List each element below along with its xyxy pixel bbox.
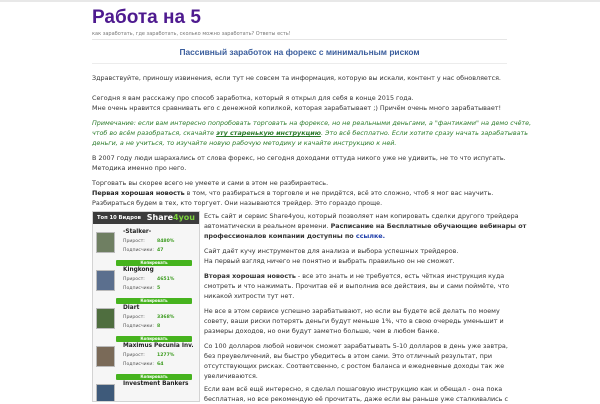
copy-button[interactable]: Копировать bbox=[116, 260, 192, 266]
webinar-link[interactable]: ссылке. bbox=[356, 232, 385, 240]
profit-value: 4651% bbox=[157, 277, 175, 282]
subscribers-label: Подписчики: bbox=[123, 324, 154, 329]
trader-avatar[interactable] bbox=[96, 308, 115, 329]
profit-stat: Прирост: 8480% bbox=[123, 239, 174, 244]
right-paragraph-5c: отсутствующих рисках. Соответсвенно, с р… bbox=[204, 362, 505, 370]
site-title[interactable]: Работа на 5 bbox=[92, 7, 201, 29]
subscribers-stat: Подписчики: 5 bbox=[123, 286, 160, 291]
logo-accent: 4you bbox=[173, 213, 195, 222]
divider bbox=[92, 63, 507, 64]
trader-card: Maximus Pecunia Inv. Прирост: 1277% Подпи… bbox=[96, 343, 196, 383]
share4you-logo[interactable]: Share4you bbox=[147, 213, 195, 222]
divider bbox=[92, 39, 507, 40]
paragraph-method-1: Сегодня я вам расскажу про способ зарабо… bbox=[92, 94, 414, 102]
profit-value: 1277% bbox=[157, 353, 175, 358]
profit-value: 8480% bbox=[157, 239, 175, 244]
note-text: . Это всё бесплатно. Если хотите сразу н… bbox=[320, 129, 529, 137]
right-paragraph-2a: Сайт даёт кучу инструментов для анализа … bbox=[204, 247, 459, 255]
paragraph-trading-3: Разбираться будем в тех, кто торгует. Он… bbox=[92, 199, 383, 207]
right-paragraph-4b: совету, ваши риски потерять деньги будут… bbox=[204, 317, 504, 325]
right-paragraph-5a: Со 100 долларов любой новичок сможет зар… bbox=[204, 342, 508, 350]
widget-title: Топ 10 Видров bbox=[97, 215, 141, 221]
trader-card: Investment Bankers bbox=[96, 381, 196, 401]
copy-button[interactable]: Копировать bbox=[116, 298, 192, 304]
logo-text: Share bbox=[146, 213, 174, 222]
article-title[interactable]: Пассивный заработок на форекс с минималь… bbox=[92, 47, 507, 57]
subscribers-value: 8 bbox=[157, 324, 161, 329]
copy-button[interactable]: Копировать bbox=[116, 374, 192, 380]
right-paragraph-1b: автоматически в реальном времени. Распис… bbox=[204, 221, 526, 231]
right-paragraph-4c: размеры доходов, но они будут заметно бо… bbox=[204, 327, 440, 335]
right-paragraph-4a: Не все в этом сервисе успешно зарабатыва… bbox=[204, 307, 500, 315]
widget-header: Топ 10 Видров Share4you bbox=[93, 212, 199, 224]
trader-card: Diart Прирост: 3368% Подписчики: 8 Копиров… bbox=[96, 305, 196, 345]
trader-name[interactable]: Diart bbox=[123, 305, 139, 311]
profit-stat: Прирост: 4651% bbox=[123, 277, 174, 282]
right-paragraph-1a: Есть сайт и сервис Share4you, который по… bbox=[204, 212, 519, 220]
subscribers-stat: Подписчики: 64 bbox=[123, 362, 163, 367]
trader-name[interactable]: Investment Bankers bbox=[123, 381, 189, 387]
paragraph-forex-2: Методика именно про него. bbox=[92, 164, 187, 172]
paragraph-intro: Здравствуйте, приношу извинения, если ту… bbox=[92, 74, 501, 82]
trader-card: -Stalker- Прирост: 8480% Подписчики: 47 Ко… bbox=[96, 229, 196, 269]
profit-label: Прирост: bbox=[123, 315, 145, 320]
profit-label: Прирост: bbox=[123, 353, 145, 358]
subscribers-value: 47 bbox=[157, 248, 164, 253]
right-paragraph-5d: увеличиваются. bbox=[204, 372, 258, 380]
top-traders-widget: Топ 10 Видров Share4you -Stalker- Прирос… bbox=[92, 211, 200, 402]
site-description: как заработать, где заработать, сколько … bbox=[92, 31, 291, 37]
note-line-1: Примечание: если вам интересно попробова… bbox=[92, 119, 532, 127]
webinar-text: профессионалов компании доступны по bbox=[204, 232, 356, 240]
profit-stat: Прирост: 1277% bbox=[123, 353, 174, 358]
paragraph-trading-2: Первая хорошая новость в том, что разбир… bbox=[92, 188, 493, 198]
trader-avatar[interactable] bbox=[96, 384, 115, 401]
right-paragraph-1c: профессионалов компании доступны по ссыл… bbox=[204, 231, 385, 241]
right-paragraph-6a: Если вам всё ещё интересно, я сделал пош… bbox=[204, 385, 503, 393]
trader-name[interactable]: Kingkong bbox=[123, 267, 154, 273]
paragraph-method-2: Мне очень нравится сравнивать его с дене… bbox=[92, 104, 502, 112]
trader-avatar[interactable] bbox=[96, 232, 115, 253]
right-paragraph-3b: смотреть и что нажимать. Прочитав её и в… bbox=[204, 282, 510, 290]
paragraph-forex-1: В 2007 году люди шарахались от слова фор… bbox=[92, 154, 506, 162]
profit-stat: Прирост: 3368% bbox=[123, 315, 174, 320]
right-paragraph-3a: Вторая хорошая новость - все это знать и… bbox=[204, 271, 504, 281]
copy-button[interactable]: Копировать bbox=[116, 336, 192, 342]
paragraph-trading-1: Торговать вы скорее всего не умеете и са… bbox=[92, 179, 329, 187]
right-paragraph-5b: без преувеличений, вы быстро убедитесь в… bbox=[204, 352, 492, 360]
subscribers-value: 64 bbox=[157, 362, 164, 367]
top-border bbox=[0, 0, 600, 2]
subscribers-label: Подписчики: bbox=[123, 248, 154, 253]
first-good-news: Первая хорошая новость bbox=[92, 189, 185, 197]
subscribers-stat: Подписчики: 47 bbox=[123, 248, 163, 253]
profit-label: Прирост: bbox=[123, 239, 145, 244]
paragraph-text: - все это знать и не требуется, есть чёт… bbox=[295, 272, 505, 280]
subscribers-label: Подписчики: bbox=[123, 286, 154, 291]
trader-name[interactable]: -Stalker- bbox=[123, 229, 151, 235]
paragraph-text: автоматически в реальном времени. bbox=[204, 222, 331, 230]
subscribers-stat: Подписчики: 8 bbox=[123, 324, 160, 329]
note-text: чтоб во всём разобраться, скачайте bbox=[92, 129, 217, 137]
subscribers-label: Подписчики: bbox=[123, 362, 154, 367]
second-good-news: Вторая хорошая новость bbox=[204, 272, 296, 280]
trader-avatar[interactable] bbox=[96, 346, 115, 367]
right-paragraph-6b: бесплатная, но все рекомендую её прочита… bbox=[204, 395, 508, 403]
trader-card: Kingkong Прирост: 4651% Подписчики: 5 Копи… bbox=[96, 267, 196, 307]
trader-avatar[interactable] bbox=[96, 270, 115, 291]
right-paragraph-2b: На первый взгляд ничего не понятно и выб… bbox=[204, 257, 455, 265]
paragraph-text: в том, что разбираться в торговле и не п… bbox=[184, 189, 494, 197]
profit-label: Прирост: bbox=[123, 277, 145, 282]
trader-name[interactable]: Maximus Pecunia Inv. bbox=[123, 343, 194, 349]
subscribers-value: 5 bbox=[157, 286, 161, 291]
instruction-link[interactable]: эту старенькую инструкцию bbox=[216, 129, 321, 137]
profit-value: 3368% bbox=[157, 315, 175, 320]
note-line-2: чтоб во всём разобраться, скачайте эту с… bbox=[92, 128, 528, 138]
right-paragraph-3c: никакой хитрости тут нет. bbox=[204, 292, 295, 300]
webinar-text: Расписание на Бесплатные обучающие вебин… bbox=[330, 222, 527, 230]
note-line-3: деньги, а не учиться, то изучайте новую … bbox=[92, 139, 397, 147]
